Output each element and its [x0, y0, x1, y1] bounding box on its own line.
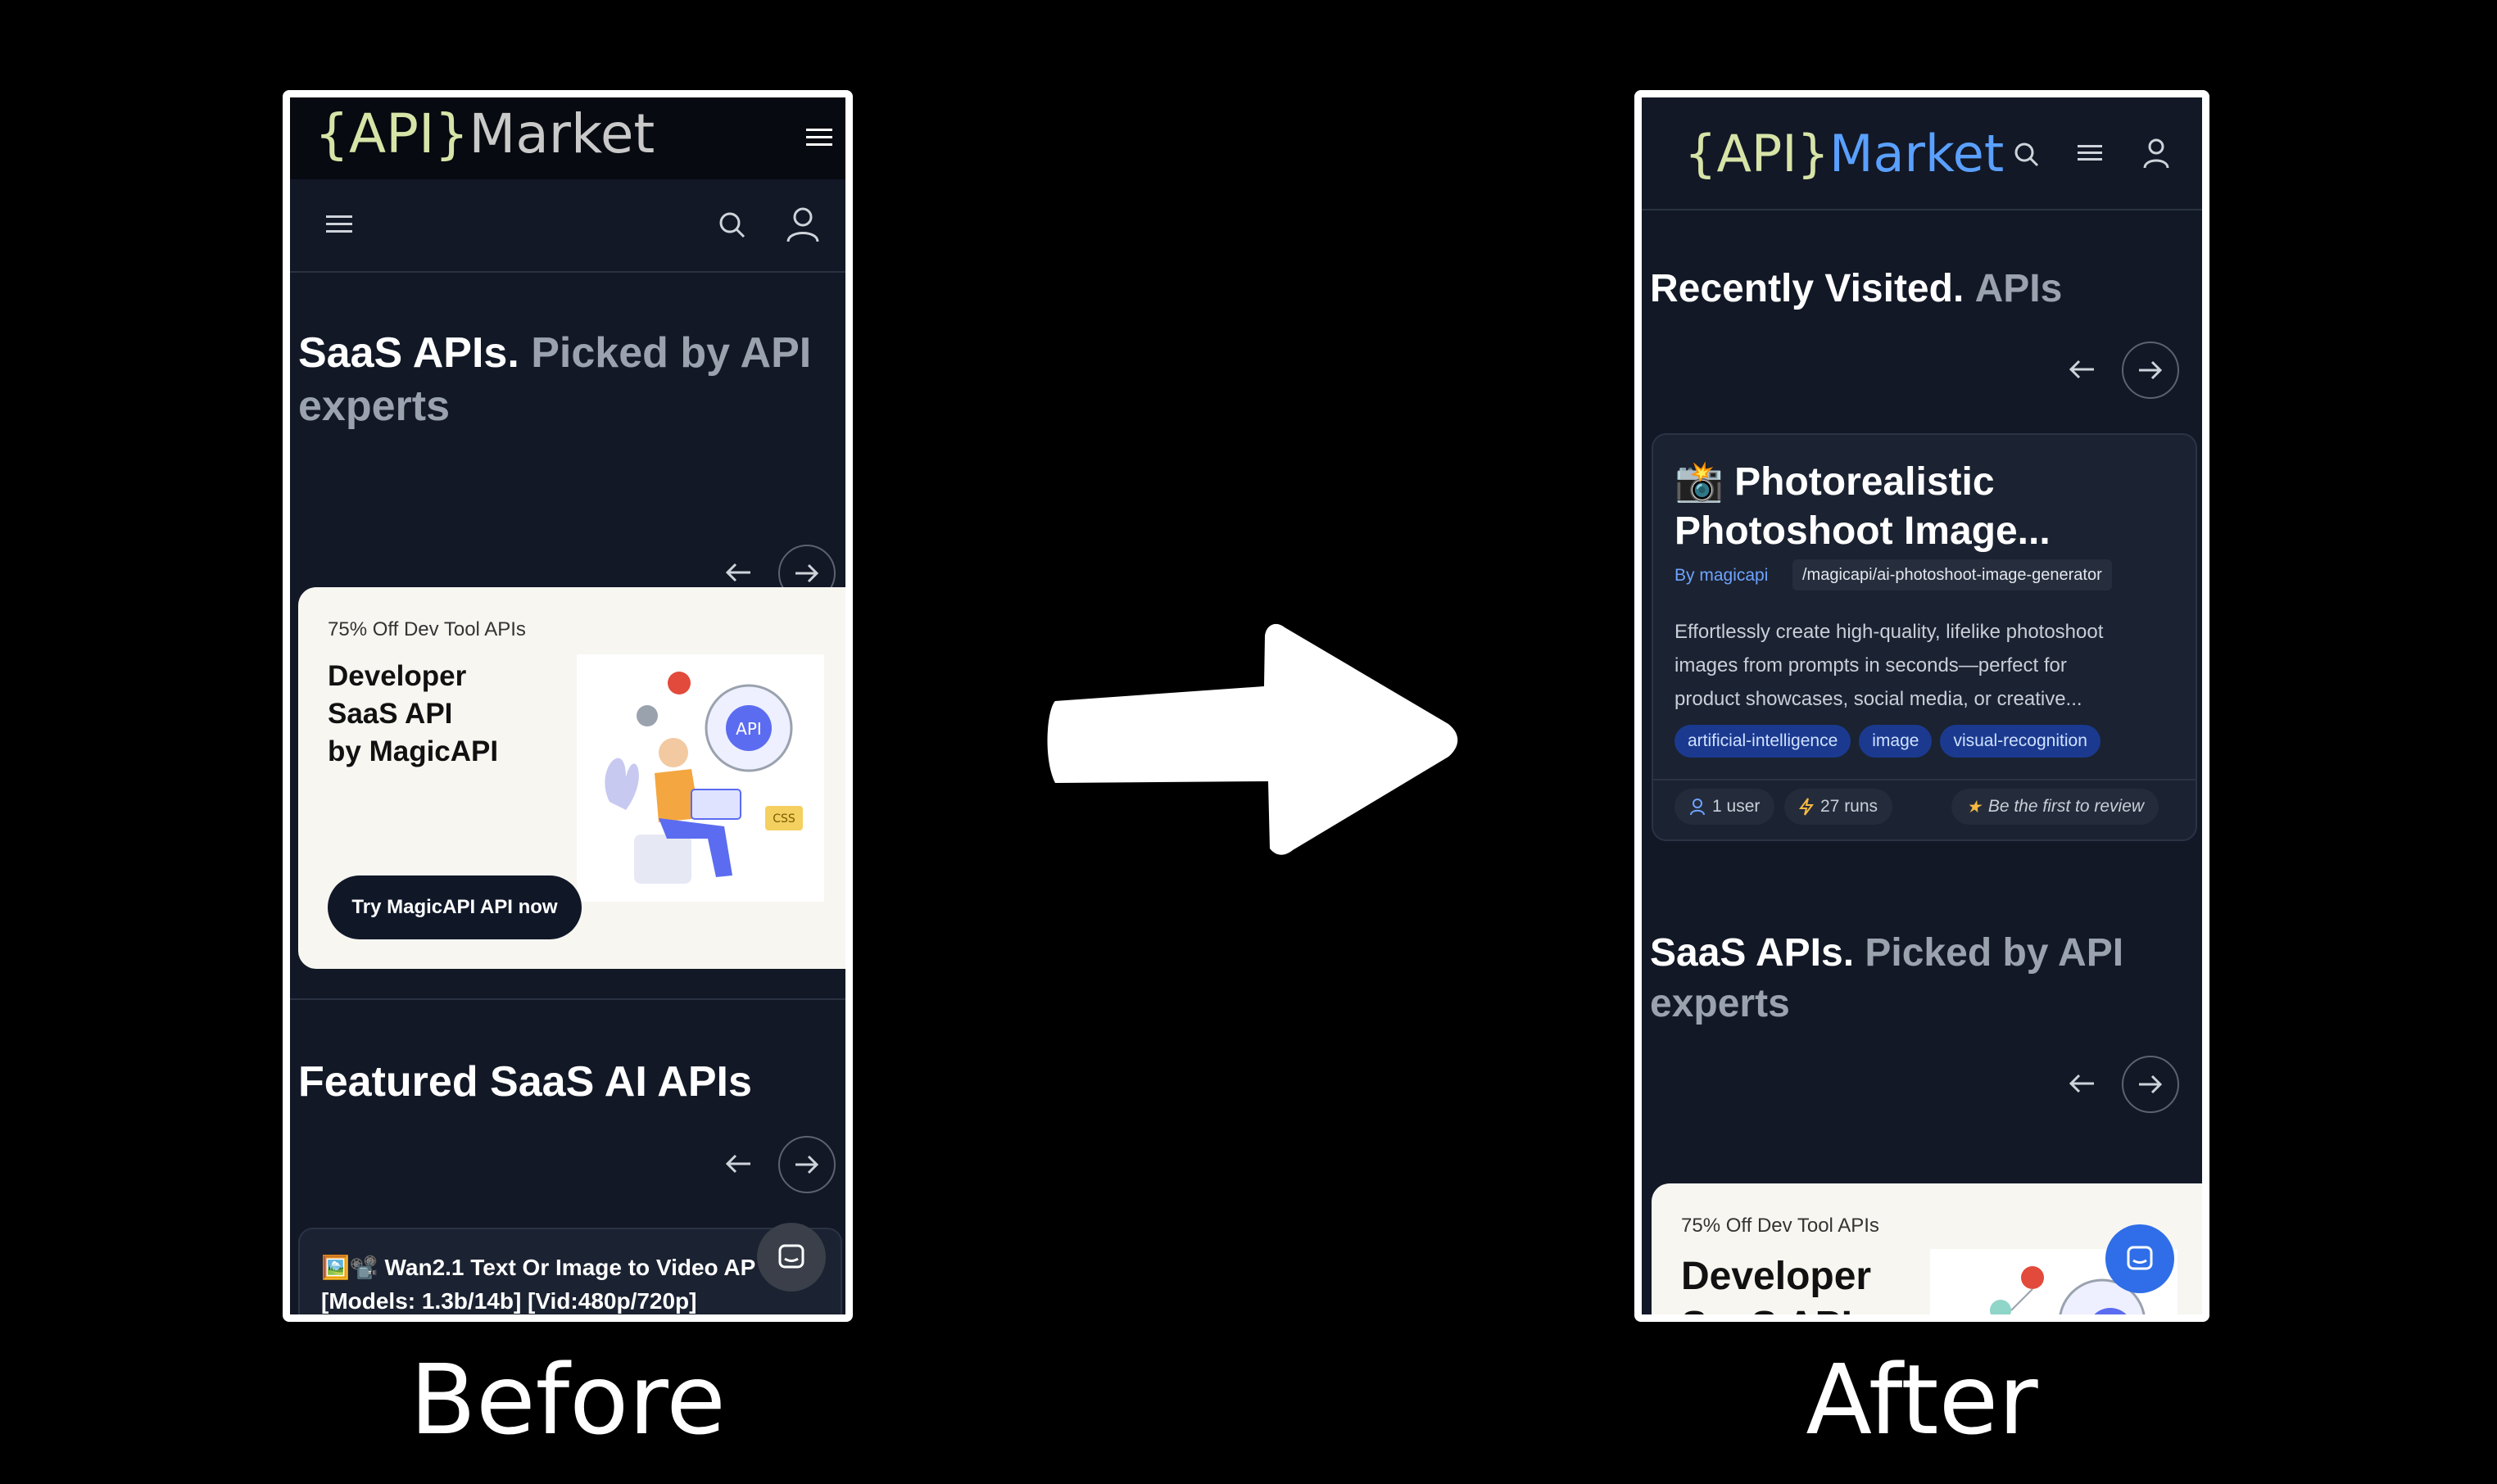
- card-title-line1: Wan2.1 Text Or Image to Video AP: [384, 1255, 756, 1280]
- user-small-icon: [1690, 799, 1705, 816]
- arrow-left-icon[interactable]: [2068, 1072, 2097, 1095]
- card-emoji-icon: 🖼️📽️: [321, 1255, 378, 1280]
- card-title: 📸 Photorealistic Photoshoot Image...: [1674, 460, 2051, 553]
- menu-icon[interactable]: [804, 125, 834, 150]
- chat-button[interactable]: [757, 1223, 826, 1292]
- user-icon[interactable]: [2141, 137, 2171, 170]
- section-title-recent: Recently Visited. APIs: [1650, 267, 2063, 310]
- nav-divider: [290, 271, 845, 273]
- card-author-link[interactable]: By magicapi: [1674, 566, 1768, 586]
- arrow-right-icon: [795, 1155, 819, 1174]
- promo-card[interactable]: 75% Off Dev Tool APIs Developer SaaS API…: [298, 587, 845, 969]
- star-icon: ★: [1966, 797, 1982, 817]
- arrow-left-icon[interactable]: [724, 561, 754, 584]
- after-phone-frame: {API}Market Recently Visited. APIs 📸 Pho…: [1634, 90, 2209, 1322]
- tag-artificial-intelligence[interactable]: artificial-intelligence: [1674, 725, 1851, 758]
- card-title-line2: [Models: 1.3b/14b] [Vid:480p/720p]: [321, 1288, 697, 1314]
- tag-image[interactable]: image: [1859, 725, 1933, 758]
- search-icon[interactable]: [716, 209, 749, 242]
- caption-before: Before: [410, 1343, 726, 1456]
- users-count: 1 user: [1674, 789, 1775, 825]
- runs-count: 27 runs: [1784, 789, 1893, 825]
- card-divider: [1653, 779, 2196, 780]
- card-slug: /magicapi/ai-photoshoot-image-generator: [1792, 559, 2112, 590]
- arrow-right-button[interactable]: [2122, 342, 2179, 399]
- arrow-left-icon[interactable]: [2068, 358, 2097, 381]
- arrow-right-icon: [795, 563, 819, 583]
- before-logo[interactable]: {API}Market: [315, 102, 655, 165]
- review-prompt[interactable]: ★ Be the first to review: [1951, 789, 2159, 825]
- svg-text:CSS: CSS: [773, 812, 795, 826]
- chat-button[interactable]: [2105, 1224, 2174, 1293]
- section-divider: [290, 998, 845, 1000]
- promo-eyebrow: 75% Off Dev Tool APIs: [1681, 1215, 1879, 1237]
- api-card[interactable]: 📸 Photorealistic Photoshoot Image... By …: [1652, 433, 2197, 841]
- card-description: Effortlessly create high-quality, lifeli…: [1674, 621, 2104, 710]
- section-title-saas: SaaS APIs. Picked by API experts: [1650, 931, 2124, 1025]
- before-top-bar: {API}Market: [290, 97, 845, 179]
- promo-title: Developer SaaS API by MagicAPI: [328, 660, 499, 768]
- after-logo[interactable]: {API}Market: [1684, 124, 2004, 183]
- before-phone-frame: {API}Market SaaS APIs. Picked by API exp…: [283, 90, 853, 1322]
- menu-icon[interactable]: [2076, 142, 2104, 165]
- svg-text:API: API: [736, 719, 762, 739]
- arrow-right-button[interactable]: [2122, 1056, 2179, 1113]
- chat-icon: [778, 1244, 804, 1269]
- lightning-icon: [1799, 798, 1814, 816]
- arrow-right-button[interactable]: [778, 1136, 836, 1193]
- tag-visual-recognition[interactable]: visual-recognition: [1940, 725, 2100, 758]
- search-icon[interactable]: [2012, 140, 2042, 170]
- transition-arrow: [1039, 619, 1458, 861]
- arrow-right-icon: [2139, 1075, 2163, 1094]
- camera-flash-icon: 📸: [1674, 460, 1724, 504]
- hamburger-icon[interactable]: [324, 212, 354, 237]
- card-tags: artificial-intelligence image visual-recog…: [1674, 725, 2109, 758]
- arrow-left-icon[interactable]: [724, 1152, 754, 1175]
- promo-illustration: API CSS: [577, 654, 824, 902]
- user-icon[interactable]: [785, 206, 821, 243]
- section-title-saas: SaaS APIs. Picked by API experts: [298, 329, 812, 430]
- promo-title: Developer SaaS API: [1681, 1255, 1872, 1314]
- caption-after: After: [1806, 1343, 2038, 1456]
- try-magicapi-button[interactable]: Try MagicAPI API now: [328, 875, 582, 939]
- nav-divider: [1642, 209, 2202, 210]
- section-title-featured: Featured SaaS AI APIs: [298, 1058, 752, 1106]
- chat-icon: [2127, 1246, 2153, 1270]
- arrow-right-icon: [2139, 360, 2163, 380]
- promo-eyebrow: 75% Off Dev Tool APIs: [328, 618, 526, 640]
